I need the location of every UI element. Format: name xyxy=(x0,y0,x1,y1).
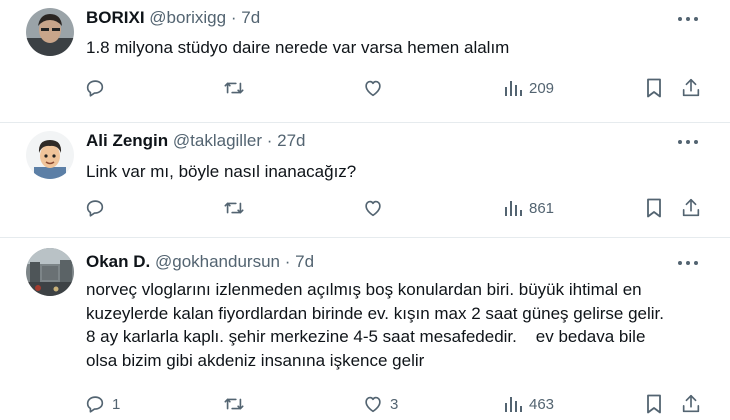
bookmark-button[interactable] xyxy=(644,76,664,100)
view-count: 209 xyxy=(529,79,555,97)
avatar[interactable] xyxy=(26,8,74,56)
avatar[interactable] xyxy=(26,131,74,179)
more-icon[interactable] xyxy=(678,140,700,146)
tweet[interactable]: Ali Zengin @taklagiller · 27d Link var m… xyxy=(0,123,730,237)
like-button[interactable] xyxy=(362,196,390,220)
tweet[interactable]: Okan D. @gokhandursun · 7d norveç vlogla… xyxy=(0,238,730,420)
tweet-header: BORIXI @borixigg · 7d xyxy=(86,8,260,28)
bookmark-icon xyxy=(647,78,661,98)
timestamp[interactable]: 27d xyxy=(277,131,305,150)
retweet-button[interactable] xyxy=(222,392,246,416)
heart-icon xyxy=(365,200,381,217)
views-icon xyxy=(505,201,522,216)
views-button[interactable]: 463 xyxy=(503,392,554,416)
tweet-actions: 209 xyxy=(0,76,730,100)
tweet-actions: 1 3 463 xyxy=(0,392,730,416)
like-button[interactable]: 3 xyxy=(362,392,398,416)
tweet-header: Ali Zengin @taklagiller · 27d xyxy=(86,131,306,151)
tweet-text-line: 8 ay karlarla kaplı. şehir merkezine 4-5… xyxy=(86,327,646,346)
share-button[interactable] xyxy=(680,196,702,220)
heart-icon xyxy=(365,80,381,97)
view-count: 463 xyxy=(529,395,555,413)
bookmark-button[interactable] xyxy=(644,196,664,220)
reply-button[interactable] xyxy=(84,196,112,220)
bookmark-icon xyxy=(647,198,661,218)
tweet-header: Okan D. @gokhandursun · 7d xyxy=(86,252,314,272)
like-button[interactable] xyxy=(362,76,390,100)
share-icon xyxy=(682,78,700,97)
share-button[interactable] xyxy=(680,76,702,100)
separator-dot: · xyxy=(266,131,273,150)
display-name[interactable]: BORIXI xyxy=(86,8,145,27)
reply-count: 1 xyxy=(112,395,121,413)
tweet-text-line: Link var mı, böyle nasıl inanacağız? xyxy=(86,162,357,181)
views-icon xyxy=(505,397,522,412)
tweet-text-line: 1.8 milyona stüdyo daire nerede var vars… xyxy=(86,38,510,57)
tweet-actions: 861 xyxy=(0,196,730,220)
heart-icon xyxy=(365,396,381,413)
view-count: 861 xyxy=(529,199,555,217)
timestamp[interactable]: 7d xyxy=(295,252,314,271)
user-handle[interactable]: @taklagiller xyxy=(173,131,262,150)
retweet-icon xyxy=(224,398,244,410)
display-name[interactable]: Ali Zengin xyxy=(86,131,168,150)
share-button[interactable] xyxy=(680,392,702,416)
reply-icon xyxy=(86,80,104,97)
user-handle[interactable]: @borixigg xyxy=(149,8,226,27)
retweet-button[interactable] xyxy=(222,196,246,220)
tweet-text: norveç vlogları​nı izlenmeden açılmış bo… xyxy=(86,278,716,372)
views-button[interactable]: 861 xyxy=(503,196,554,220)
timestamp[interactable]: 7d xyxy=(241,8,260,27)
more-icon[interactable] xyxy=(678,261,700,267)
retweet-icon xyxy=(224,82,244,94)
retweet-button[interactable] xyxy=(222,76,246,100)
views-icon xyxy=(505,81,522,96)
bookmark-button[interactable] xyxy=(644,392,664,416)
tweet-text-line: kuzeylerde kalan fiyordlardan birinde ev… xyxy=(86,303,664,323)
reply-icon xyxy=(86,396,104,413)
avatar[interactable] xyxy=(26,248,74,296)
user-handle[interactable]: @gokhandursun xyxy=(155,252,280,271)
reply-button[interactable]: 1 xyxy=(84,392,120,416)
separator-dot: · xyxy=(284,252,291,271)
share-icon xyxy=(682,394,700,413)
tweet-text: Link var mı, böyle nasıl inanacağız? xyxy=(86,160,716,184)
tweet-text-line: olsa bizim gibi akdeniz insanına işkence… xyxy=(86,350,425,370)
reply-button[interactable] xyxy=(84,76,112,100)
display-name[interactable]: Okan D. xyxy=(86,252,150,271)
tweet-text-line: norveç vlogları​nı izlenmeden açılmış bo… xyxy=(86,280,642,299)
views-button[interactable]: 209 xyxy=(503,76,554,100)
separator-dot: · xyxy=(230,8,237,27)
like-count: 3 xyxy=(390,395,399,413)
more-icon[interactable] xyxy=(678,17,700,23)
tweet[interactable]: BORIXI @borixigg · 7d 1.8 milyona stüdyo… xyxy=(0,0,730,122)
share-icon xyxy=(682,198,700,217)
retweet-icon xyxy=(224,202,244,214)
bookmark-icon xyxy=(647,394,661,414)
reply-icon xyxy=(86,200,104,217)
tweet-text: 1.8 milyona stüdyo daire nerede var vars… xyxy=(86,36,716,60)
